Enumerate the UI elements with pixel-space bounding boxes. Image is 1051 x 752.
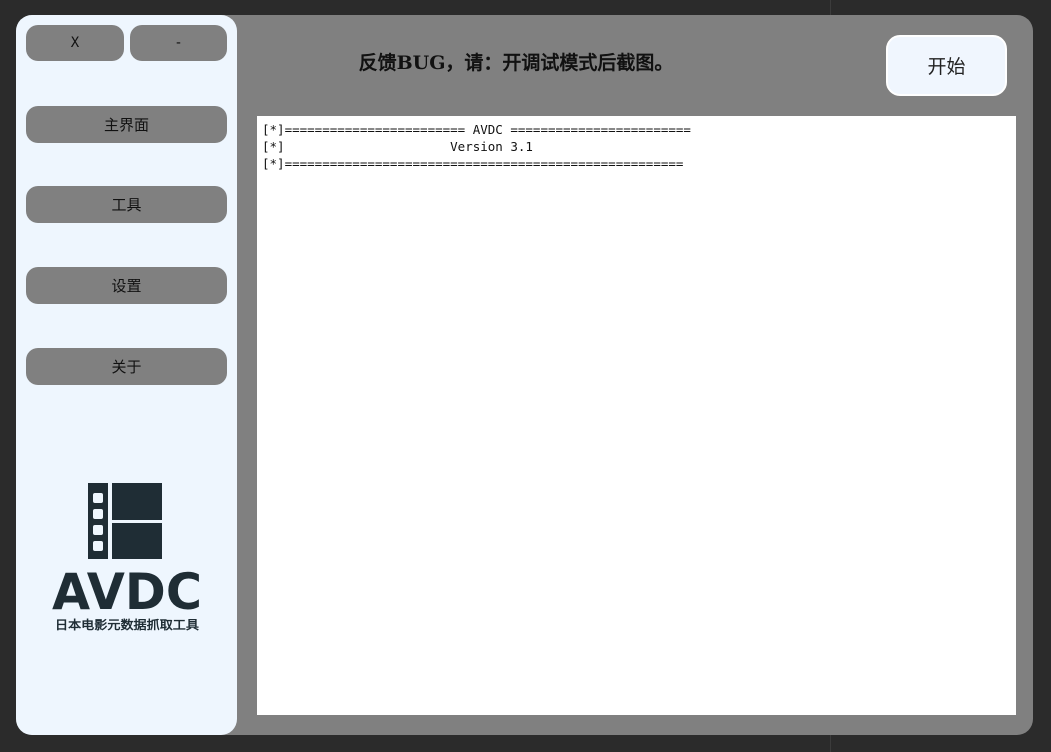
log-line: [*] Version 3.1 — [262, 139, 533, 154]
sidebar-item-main[interactable]: 主界面 — [26, 106, 227, 143]
avdc-logo: AVDC 日本电影元数据抓取工具 — [50, 481, 204, 633]
minimize-button[interactable]: - — [130, 25, 227, 61]
logo-subtitle: 日本电影元数据抓取工具 — [55, 617, 199, 632]
log-line: [*]=====================================… — [262, 156, 684, 171]
sidebar-item-about[interactable]: 关于 — [26, 348, 227, 385]
sidebar: X - 主界面 工具 设置 关于 AVDC 日本电影元数据抓取工具 — [16, 15, 237, 735]
log-output[interactable]: [*]======================== AVDC =======… — [257, 116, 1016, 715]
feedback-notice: 反馈BUG，请：开调试模式后截图。 — [358, 52, 674, 74]
film-strip-icon: AVDC 日本电影元数据抓取工具 — [52, 483, 202, 632]
logo-title: AVDC — [52, 563, 202, 621]
app-window: X - 主界面 工具 设置 关于 AVDC 日本电影元数据抓取工具 反馈BUG，… — [16, 15, 1033, 735]
start-button[interactable]: 开始 — [886, 35, 1007, 96]
sidebar-item-settings[interactable]: 设置 — [26, 267, 227, 304]
sidebar-item-tools[interactable]: 工具 — [26, 186, 227, 223]
log-line: [*]======================== AVDC =======… — [262, 122, 691, 137]
close-button[interactable]: X — [26, 25, 124, 61]
